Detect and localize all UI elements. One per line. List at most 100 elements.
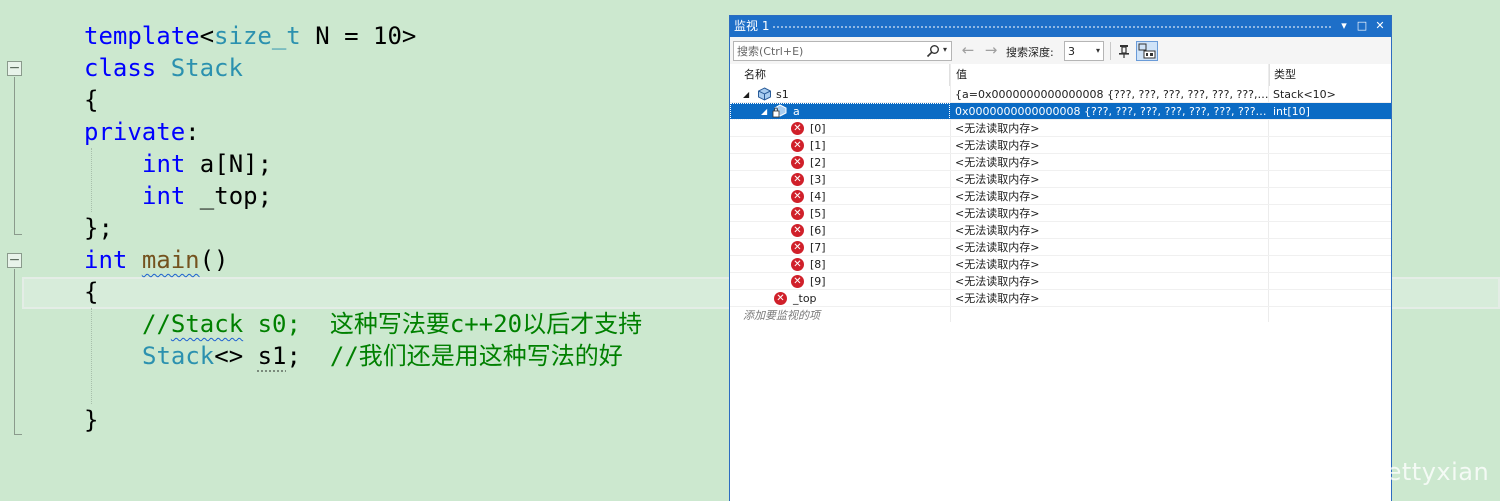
- watch-window[interactable]: 监视 1 ▾ □ ✕ ▾ ← → 搜索深度: 3 ▾: [729, 15, 1392, 501]
- toolbar-separator: [1110, 42, 1111, 60]
- watch-value-cell[interactable]: <无法读取内存>: [955, 120, 1270, 137]
- comment-text: Stack: [170, 310, 244, 338]
- watch-row-element[interactable]: ✕ [3] <无法读取内存>: [730, 171, 1391, 188]
- watch-type-cell: [1273, 154, 1375, 171]
- watch-type-cell: int[10]: [1273, 105, 1310, 118]
- column-header-value[interactable]: 值: [950, 64, 1270, 86]
- search-forward-arrow-icon[interactable]: →: [982, 41, 1000, 59]
- code-line-13: }: [84, 406, 99, 434]
- watch-row-element[interactable]: ✕ [8] <无法读取内存>: [730, 256, 1391, 273]
- watermark: CSDN @prettyxian: [1258, 458, 1490, 486]
- watch-value-cell[interactable]: {a=0x0000000000000008 {???, ???, ???, ??…: [955, 86, 1270, 103]
- type-name: size_t: [214, 22, 301, 50]
- watch-row-a[interactable]: ◢ a 0x0000000000000008 {???, ???, ???, ?…: [730, 103, 1391, 120]
- code-text: <: [199, 22, 215, 50]
- watch-row-element[interactable]: ✕ [2] <无法读取内存>: [730, 154, 1391, 171]
- watch-row-element[interactable]: ✕ [1] <无法读取内存>: [730, 137, 1391, 154]
- comment-text: //我们还是用这种写法的好: [329, 342, 623, 370]
- watch-value-cell[interactable]: <无法读取内存>: [955, 154, 1270, 171]
- watch-type-cell: [1273, 171, 1375, 188]
- search-back-arrow-icon[interactable]: ←: [959, 41, 977, 59]
- watch-value-cell[interactable]: <无法读取内存>: [955, 273, 1270, 290]
- keyword: int: [142, 150, 186, 178]
- watch-value-cell[interactable]: <无法读取内存>: [955, 239, 1270, 256]
- watch-value-cell[interactable]: <无法读取内存>: [955, 222, 1270, 239]
- chevron-down-icon: ▾: [1095, 46, 1100, 55]
- pin-icon[interactable]: [1115, 42, 1133, 60]
- watch-name-cell: ✕ [1]: [730, 137, 950, 154]
- code-line-9: {: [84, 278, 99, 306]
- expander-expanded-icon[interactable]: ◢: [743, 86, 749, 103]
- fold-collapse-class-icon[interactable]: −: [7, 61, 22, 76]
- watch-name-cell: ✕ [0]: [730, 120, 950, 137]
- error-icon: ✕: [791, 207, 804, 220]
- watch-row-s1[interactable]: ◢ s1 {a=0x0000000000000008 {???, ???, ??…: [730, 86, 1391, 103]
- watch-name-text: [1]: [810, 139, 826, 152]
- watch-name-cell: ◢ a: [730, 103, 950, 120]
- code-text: :: [185, 118, 200, 146]
- watch-name-text: [6]: [810, 224, 826, 237]
- watch-row-element[interactable]: ✕ [9] <无法读取内存>: [730, 273, 1391, 290]
- watch-name-cell: ✕ [9]: [730, 273, 950, 290]
- watch-type-cell: Stack<10>: [1273, 88, 1336, 101]
- watch-row-top[interactable]: ✕ _top <无法读取内存>: [730, 290, 1391, 307]
- search-depth-select[interactable]: 3 ▾: [1064, 41, 1104, 61]
- watch-type-cell: [1273, 273, 1375, 290]
- code-line-3: {: [84, 86, 99, 114]
- fold-region-line: [14, 269, 15, 435]
- watch-name-text: [3]: [810, 173, 826, 186]
- watch-row-element[interactable]: ✕ [6] <无法读取内存>: [730, 222, 1391, 239]
- watch-row-element[interactable]: ✕ [4] <无法读取内存>: [730, 188, 1391, 205]
- watch-type-cell: [1273, 290, 1375, 307]
- watch-value-cell[interactable]: <无法读取内存>: [955, 171, 1270, 188]
- watch-toolbar: ▾ ← → 搜索深度: 3 ▾: [730, 37, 1391, 64]
- watch-name-text: [4]: [810, 190, 826, 203]
- watch-name-text: _top: [793, 292, 817, 305]
- search-icon[interactable]: [926, 44, 940, 58]
- indent-guide: [91, 148, 92, 212]
- code-line-5: int a[N];: [142, 148, 272, 180]
- watch-name-cell: ✕ [8]: [730, 256, 950, 273]
- code-text: ;: [286, 342, 330, 370]
- watch-value-cell[interactable]: <无法读取内存>: [955, 290, 1270, 307]
- watch-titlebar[interactable]: 监视 1 ▾ □ ✕: [730, 16, 1391, 37]
- error-icon: ✕: [791, 258, 804, 271]
- maximize-icon[interactable]: □: [1354, 18, 1370, 34]
- watch-name-text: [0]: [810, 122, 826, 135]
- code-text: _top;: [185, 182, 273, 210]
- expander-expanded-icon[interactable]: ◢: [761, 103, 767, 120]
- error-icon: ✕: [791, 122, 804, 135]
- object-icon: [758, 87, 771, 101]
- watch-value-cell[interactable]: <无法读取内存>: [955, 188, 1270, 205]
- watch-value-cell[interactable]: 0x0000000000000008 {???, ???, ???, ???, …: [955, 103, 1270, 120]
- fold-collapse-main-icon[interactable]: −: [7, 253, 22, 268]
- watch-value-cell[interactable]: <无法读取内存>: [955, 256, 1270, 273]
- code-text: <>: [214, 342, 258, 370]
- comment-text: s0; 这种写法要c++20以后才支持: [243, 310, 643, 338]
- column-header-name[interactable]: 名称: [738, 64, 950, 86]
- fold-region-end: [14, 434, 22, 435]
- watch-row-element[interactable]: ✕ [5] <无法读取内存>: [730, 205, 1391, 222]
- search-box[interactable]: ▾: [733, 41, 952, 61]
- fold-region-end: [14, 234, 22, 235]
- add-watch-item-row[interactable]: 添加要监视的项: [730, 307, 1391, 324]
- code-line-7: };: [84, 214, 113, 242]
- code-line-10: //Stack s0; 这种写法要c++20以后才支持: [142, 308, 642, 340]
- search-options-dropdown-icon[interactable]: ▾: [943, 45, 947, 54]
- add-watch-item-placeholder[interactable]: 添加要监视的项: [743, 307, 820, 324]
- search-input[interactable]: [737, 44, 917, 58]
- close-icon[interactable]: ✕: [1372, 18, 1388, 34]
- keyword: template: [84, 22, 200, 50]
- error-icon: ✕: [791, 275, 804, 288]
- hex-display-toggle[interactable]: [1136, 41, 1158, 61]
- watch-type-cell: [1273, 120, 1375, 137]
- code-line-2: class Stack: [84, 52, 243, 84]
- watch-row-element[interactable]: ✕ [7] <无法读取内存>: [730, 239, 1391, 256]
- watch-row-element[interactable]: ✕ [0] <无法读取内存>: [730, 120, 1391, 137]
- window-menu-icon[interactable]: ▾: [1336, 18, 1352, 34]
- watch-value-cell[interactable]: <无法读取内存>: [955, 205, 1270, 222]
- column-header-type[interactable]: 类型: [1268, 64, 1376, 86]
- watch-value-cell[interactable]: <无法读取内存>: [955, 137, 1270, 154]
- error-icon: ✕: [774, 292, 787, 305]
- watch-name-text: [7]: [810, 241, 826, 254]
